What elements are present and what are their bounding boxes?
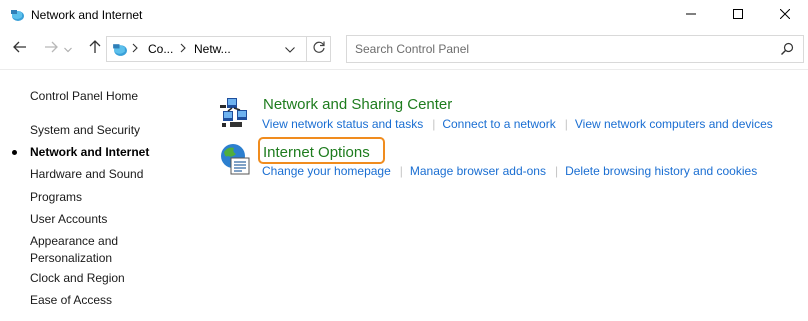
network-sharing-links: View network status and tasks | Connect to… <box>262 117 773 131</box>
link-separator: | <box>399 164 403 178</box>
chevron-down-icon <box>285 40 295 58</box>
network-and-sharing-center-link[interactable]: Network and Sharing Center <box>263 96 452 113</box>
link-separator: | <box>432 117 436 131</box>
network-sharing-icon[interactable] <box>218 96 252 130</box>
breadcrumb-network-and-internet[interactable]: Netw... <box>194 42 231 56</box>
forward-button[interactable] <box>40 38 62 60</box>
close-icon <box>779 6 791 24</box>
refresh-button[interactable] <box>306 37 331 61</box>
title-bar: Network and Internet <box>0 0 808 30</box>
active-indicator <box>12 150 17 155</box>
back-button[interactable] <box>9 38 31 60</box>
manage-browser-addons-link[interactable]: Manage browser add-ons <box>410 164 546 178</box>
connect-to-network-link[interactable]: Connect to a network <box>442 117 555 131</box>
navigation-bar: Co... Netw... <box>0 30 808 70</box>
maximize-button[interactable] <box>715 0 761 30</box>
window-title: Network and Internet <box>31 8 143 22</box>
search-box[interactable] <box>346 35 804 63</box>
search-input[interactable] <box>347 36 767 62</box>
control-panel-icon <box>9 7 25 23</box>
sidebar-item-clock-and-region[interactable]: Clock and Region <box>30 270 125 286</box>
sidebar-item-appearance-and-personalization-line2[interactable]: Personalization <box>30 250 112 266</box>
link-separator: | <box>554 164 559 178</box>
arrow-up-icon <box>89 39 101 59</box>
sidebar-item-user-accounts[interactable]: User Accounts <box>30 211 107 227</box>
breadcrumb-control-panel[interactable]: Co... <box>148 42 173 56</box>
chevron-right-icon[interactable] <box>131 41 141 57</box>
change-homepage-link[interactable]: Change your homepage <box>262 164 391 178</box>
arrow-left-icon <box>13 40 27 58</box>
internet-options-icon[interactable] <box>218 142 252 176</box>
sidebar-item-hardware-and-sound[interactable]: Hardware and Sound <box>30 166 143 182</box>
sidebar-item-system-and-security[interactable]: System and Security <box>30 122 140 138</box>
minimize-button[interactable] <box>668 0 714 30</box>
maximize-icon <box>733 6 743 24</box>
chevron-right-icon[interactable] <box>179 41 187 58</box>
control-panel-icon <box>111 41 128 58</box>
sidebar-item-ease-of-access[interactable]: Ease of Access <box>30 292 112 308</box>
close-button[interactable] <box>762 0 808 30</box>
search-icon[interactable] <box>779 41 795 57</box>
internet-options-highlight <box>258 137 385 164</box>
sidebar-item-programs[interactable]: Programs <box>30 189 82 205</box>
sidebar: Control Panel Home System and Security N… <box>0 70 200 321</box>
view-network-computers-link[interactable]: View network computers and devices <box>575 117 773 131</box>
address-dropdown-button[interactable] <box>279 37 301 61</box>
minimize-icon <box>686 6 696 24</box>
delete-browsing-history-link[interactable]: Delete browsing history and cookies <box>565 164 757 178</box>
view-network-status-link[interactable]: View network status and tasks <box>262 117 423 131</box>
sidebar-item-appearance-and-personalization[interactable]: Appearance and <box>30 233 118 249</box>
arrow-right-icon <box>44 40 58 58</box>
address-bar[interactable]: Co... Netw... <box>106 36 331 62</box>
refresh-icon <box>312 40 326 59</box>
internet-options-links: Change your homepage | Manage browser add-… <box>262 164 757 178</box>
chevron-down-icon <box>64 40 72 58</box>
up-button[interactable] <box>84 38 106 60</box>
link-separator: | <box>564 117 568 131</box>
sidebar-item-network-and-internet[interactable]: Network and Internet <box>30 144 149 160</box>
sidebar-control-panel-home[interactable]: Control Panel Home <box>30 89 138 103</box>
recent-locations-button[interactable] <box>61 38 75 60</box>
